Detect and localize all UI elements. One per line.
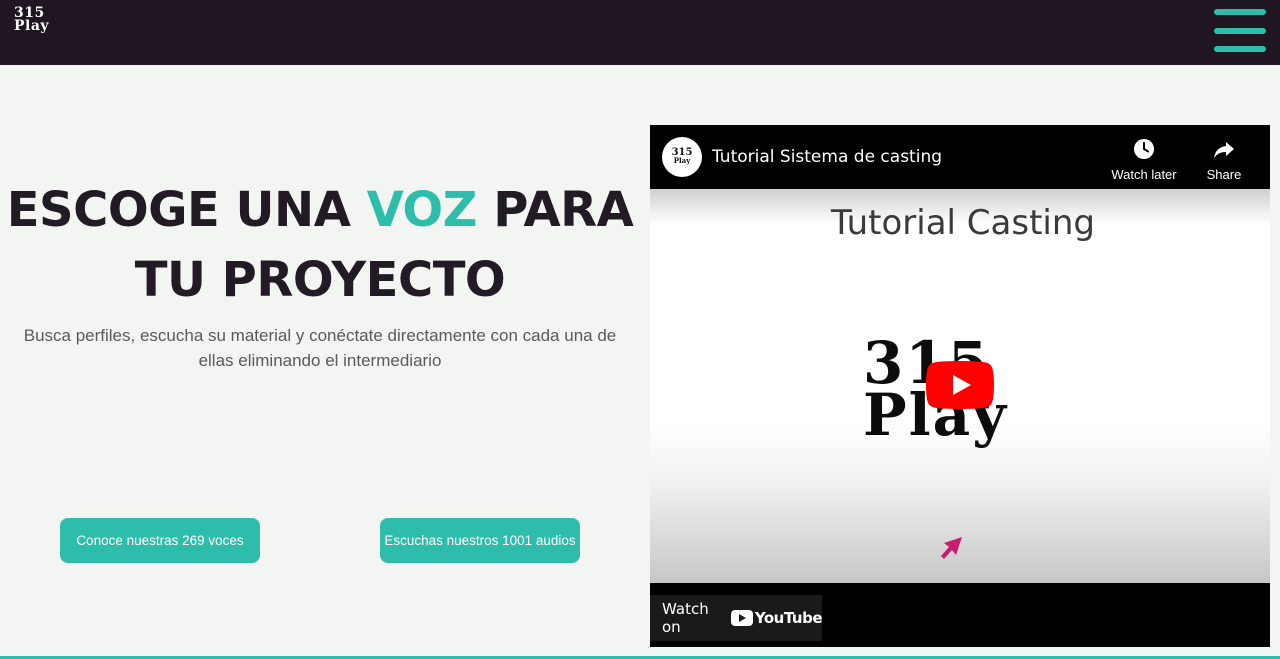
avatar-logo-line-2: Play [673, 156, 691, 165]
clock-icon [1134, 139, 1154, 159]
hero-subtext: Busca perfiles, escucha su material y co… [23, 326, 617, 370]
headline-part-2: PARA [476, 182, 634, 238]
audios-button[interactable]: Escuchas nuestros 1001 audios [380, 518, 580, 563]
logo-line-2: Play [14, 18, 50, 34]
hamburger-menu-icon[interactable] [1214, 9, 1266, 53]
headline-part-1: ESCOGE UNA [6, 182, 367, 238]
share-button[interactable]: Share [1198, 137, 1250, 182]
video-header: 315 Play Tutorial Sistema de casting Wat… [650, 125, 1270, 189]
video-title[interactable]: Tutorial Sistema de casting [712, 147, 942, 167]
share-label: Share [1206, 167, 1242, 182]
top-navbar: 315 Play [0, 0, 1280, 65]
watch-on-youtube-button[interactable]: Watch on YouTube [650, 595, 823, 641]
channel-avatar[interactable]: 315 Play [662, 137, 702, 177]
headline-accent-word: VOZ [366, 182, 478, 238]
youtube-logo-icon [730, 610, 753, 626]
play-button-icon[interactable] [926, 361, 994, 409]
thumbnail-title: Tutorial Casting [831, 203, 1095, 243]
watch-on-label: Watch on [662, 600, 709, 636]
video-thumbnail[interactable]: Tutorial Casting 315 Play [650, 189, 1270, 583]
cursor-arrow-icon [941, 537, 962, 559]
watch-later-button[interactable]: Watch later [1104, 137, 1184, 182]
hero-headline: ESCOGE UNA VOZ PARA TU PROYECTO [0, 175, 640, 315]
voices-button[interactable]: Conoce nuestras 269 voces [60, 518, 260, 563]
youtube-embed[interactable]: 315 Play Tutorial Sistema de casting Wat… [650, 125, 1270, 647]
share-arrow-icon [1214, 142, 1234, 158]
youtube-wordmark: YouTube [730, 609, 823, 627]
watch-later-label: Watch later [1111, 167, 1177, 182]
site-logo[interactable]: 315 Play [14, 6, 50, 34]
youtube-label: YouTube [754, 609, 823, 627]
headline-line-2: TU PROYECTO [134, 252, 506, 308]
